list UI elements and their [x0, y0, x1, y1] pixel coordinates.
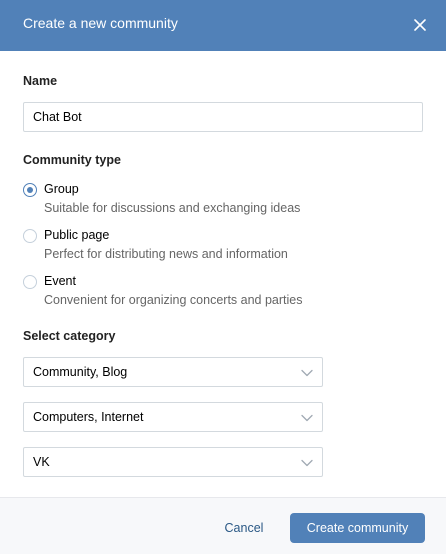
- chevron-down-icon: [301, 459, 313, 467]
- radio-button-public-page[interactable]: [23, 229, 37, 243]
- radio-selected-dot: [27, 187, 33, 193]
- radio-button-event[interactable]: [23, 275, 37, 289]
- category-select-primary-value: Community, Blog: [33, 365, 128, 379]
- chevron-down-icon: [301, 414, 313, 422]
- community-name-input[interactable]: [23, 102, 423, 132]
- category-select-tertiary[interactable]: VK: [23, 447, 323, 477]
- radio-description-event: Convenient for organizing concerts and p…: [44, 293, 303, 307]
- radio-title-group: Group: [44, 182, 79, 196]
- category-select-primary[interactable]: Community, Blog: [23, 357, 323, 387]
- category-select-tertiary-value: VK: [33, 455, 50, 469]
- radio-button-group[interactable]: [23, 183, 37, 197]
- radio-description-group: Suitable for discussions and exchanging …: [44, 201, 301, 215]
- create-community-button[interactable]: Create community: [290, 513, 425, 543]
- radio-option-group[interactable]: Group Suitable for discussions and excha…: [23, 182, 423, 218]
- radio-title-event: Event: [44, 274, 76, 288]
- radio-option-public-page[interactable]: Public page Perfect for distributing new…: [23, 228, 423, 264]
- select-category-label: Select category: [23, 329, 116, 343]
- cancel-button[interactable]: Cancel: [210, 513, 278, 543]
- dialog-title: Create a new community: [23, 15, 178, 31]
- create-community-dialog: Create a new community Name Community ty…: [0, 0, 446, 554]
- radio-option-event[interactable]: Event Convenient for organizing concerts…: [23, 274, 423, 310]
- dialog-footer: Cancel Create community: [0, 497, 446, 554]
- category-select-secondary-value: Computers, Internet: [33, 410, 144, 424]
- category-select-secondary[interactable]: Computers, Internet: [23, 402, 323, 432]
- community-type-label: Community type: [23, 153, 121, 167]
- close-button[interactable]: [409, 14, 431, 36]
- name-label: Name: [23, 74, 58, 88]
- radio-title-public-page: Public page: [44, 228, 110, 242]
- close-icon: [414, 19, 426, 31]
- dialog-header: Create a new community: [0, 0, 446, 51]
- chevron-down-icon: [301, 369, 313, 377]
- radio-description-public-page: Perfect for distributing news and inform…: [44, 247, 288, 261]
